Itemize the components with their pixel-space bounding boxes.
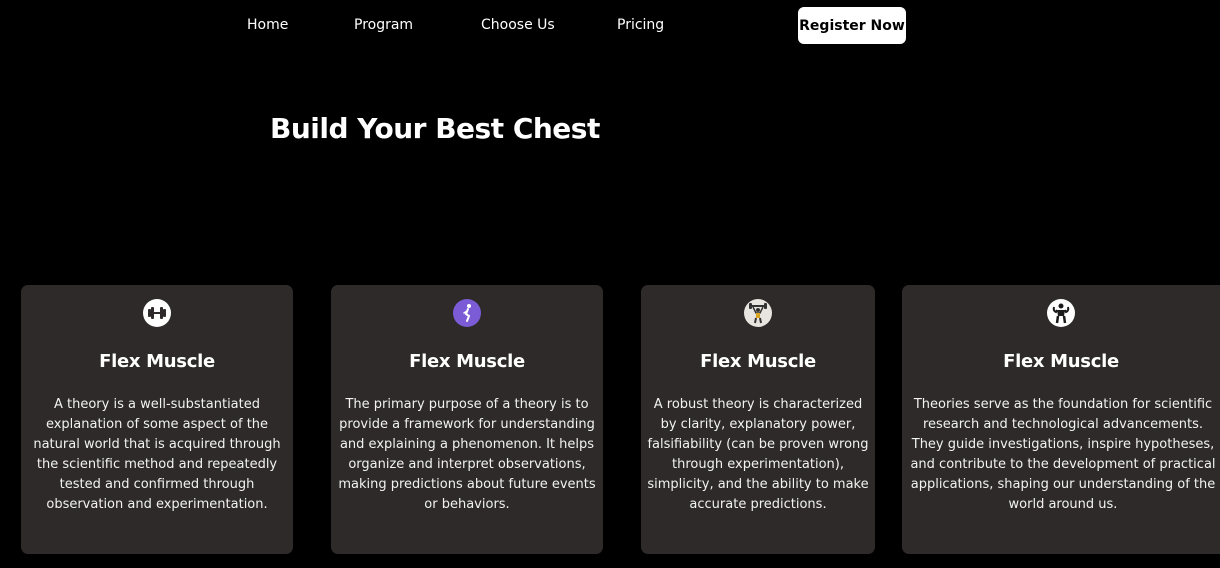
card-description: A robust theory is characterized by clar… [647,397,869,512]
card-description: The primary purpose of a theory is to pr… [338,397,596,512]
nav-link-pricing[interactable]: Pricing [617,17,664,33]
register-now-button[interactable]: Register Now [798,7,906,44]
dumbbell-icon [143,299,171,327]
nav-link-home[interactable]: Home [247,17,288,33]
card-title: Flex Muscle [700,351,816,372]
weightlifter-icon [744,299,772,327]
feature-card: Flex Muscle A theory is a well-substanti… [21,285,293,554]
nav-link-choose-us[interactable]: Choose Us [481,17,555,33]
hero-title: Build Your Best Chest [270,112,600,145]
nav-link-program[interactable]: Program [354,17,413,33]
card-title: Flex Muscle [99,351,215,372]
card-description: A theory is a well-substantiated explana… [33,397,281,512]
running-figure-icon [453,299,481,327]
card-title: Flex Muscle [409,351,525,372]
feature-card: Flex Muscle Theories serve as the founda… [902,285,1220,554]
feature-card: Flex Muscle The primary purpose of a the… [331,285,603,554]
card-description: Theories serve as the foundation for sci… [910,397,1216,512]
feature-card: Flex Muscle A robust theory is character… [641,285,875,554]
bodybuilder-icon [1047,299,1075,327]
top-navigation: Home Program Choose Us Pricing Register … [0,0,1220,52]
card-title: Flex Muscle [1003,351,1119,372]
